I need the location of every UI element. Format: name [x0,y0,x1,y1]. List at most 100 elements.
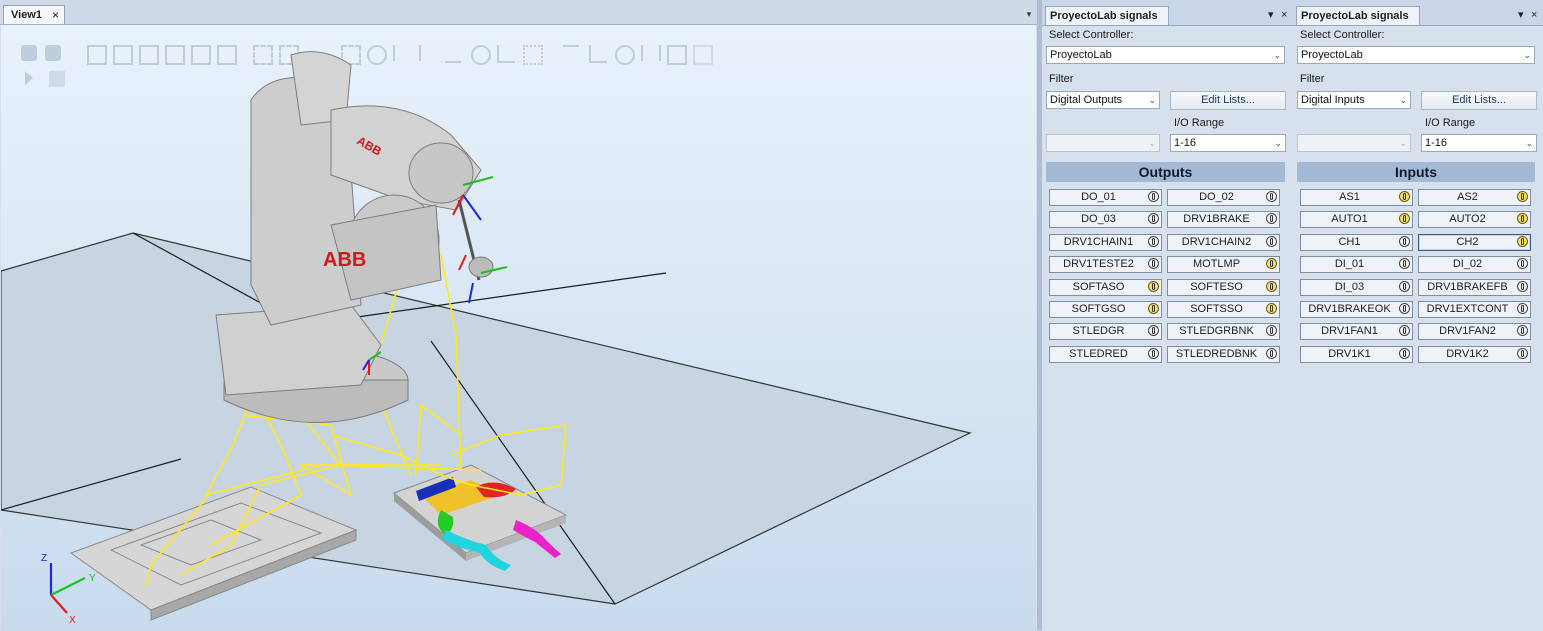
signal-as1[interactable]: AS1 [1300,189,1413,206]
x-axis [50,594,68,614]
signal-drv1fan2[interactable]: DRV1FAN2 [1418,323,1531,341]
signal-drv1brakeok[interactable]: DRV1BRAKEOK [1300,301,1413,318]
signal-stledred[interactable]: STLEDRED [1049,345,1162,363]
3d-viewport[interactable]: ABB ABB Z Y X [1,25,1036,630]
close-icon[interactable]: × [1531,9,1537,21]
signal-motlmp[interactable]: MOTLMP [1167,256,1280,274]
signal-led-icon[interactable] [1399,213,1410,225]
signal-do-02[interactable]: DO_02 [1167,189,1280,206]
signals-section-header: Inputs [1297,162,1535,182]
close-icon[interactable]: × [1281,9,1287,21]
signal-led-icon[interactable] [1266,325,1277,337]
signal-label: CH2 [1456,235,1479,248]
signal-di-01[interactable]: DI_01 [1300,256,1413,274]
signal-led-icon[interactable] [1148,235,1159,247]
close-icon[interactable]: × [52,6,59,24]
chevron-down-icon[interactable]: ▾ [1023,8,1035,20]
controller-select[interactable]: ProyectoLab ⌄ [1297,46,1535,64]
signal-led-icon[interactable] [1399,235,1410,247]
chevron-down-icon[interactable]: ▾ [1268,9,1274,21]
signal-drv1brakefb[interactable]: DRV1BRAKEFB [1418,278,1531,296]
signal-stledredbnk[interactable]: STLEDREDBNK [1167,345,1280,363]
chevron-down-icon: ⌄ [1273,50,1281,60]
signals-section-header: Outputs [1046,162,1285,182]
signal-ch2[interactable]: CH2 [1418,233,1531,251]
panel-tab[interactable]: ProyectoLab signals [1296,6,1420,25]
signal-label: AS1 [1339,191,1360,203]
signal-led-icon[interactable] [1266,258,1277,270]
signal-label: DRV1CHAIN2 [1181,235,1252,248]
io-range-select[interactable]: 1-16 ⌄ [1170,134,1286,152]
filter-subselect[interactable]: ⌄ [1046,134,1160,152]
signal-as2[interactable]: AS2 [1418,189,1531,206]
signal-led-icon[interactable] [1399,191,1410,202]
signal-led-icon[interactable] [1517,213,1528,225]
signal-led-icon[interactable] [1148,303,1159,314]
signal-led-icon[interactable] [1517,325,1528,337]
signal-led-icon[interactable] [1399,258,1410,270]
signal-led-icon[interactable] [1266,213,1277,225]
signal-led-icon[interactable] [1517,258,1528,270]
signal-led-icon[interactable] [1266,191,1277,202]
document-tab-bar: View1 × ▾ [0,0,1037,25]
signal-led-icon[interactable] [1148,258,1159,270]
view1-tab[interactable]: View1 × [3,5,65,24]
signal-softaso[interactable]: SOFTASO [1049,278,1162,296]
signal-led-icon[interactable] [1517,347,1528,359]
signal-led-icon[interactable] [1148,347,1159,359]
signal-di-02[interactable]: DI_02 [1418,256,1531,274]
chevron-down-icon: ⌄ [1399,95,1407,105]
signal-auto1[interactable]: AUTO1 [1300,211,1413,229]
signal-label: CH1 [1338,235,1361,248]
chevron-down-icon[interactable]: ▾ [1518,9,1524,21]
signal-softgso[interactable]: SOFTGSO [1049,301,1162,318]
signal-stledgr[interactable]: STLEDGR [1049,323,1162,341]
signal-led-icon[interactable] [1517,303,1528,314]
signal-led-icon[interactable] [1148,280,1159,292]
signal-ch1[interactable]: CH1 [1300,233,1413,251]
signal-led-icon[interactable] [1266,303,1277,314]
signal-drv1chain1[interactable]: DRV1CHAIN1 [1049,233,1162,251]
signal-led-icon[interactable] [1517,280,1528,292]
filter-select[interactable]: Digital Outputs ⌄ [1046,91,1160,109]
signal-drv1brake[interactable]: DRV1BRAKE [1167,211,1280,229]
signal-led-icon[interactable] [1517,235,1528,247]
signal-label: DRV1TESTE2 [1063,258,1134,271]
signal-led-icon[interactable] [1266,347,1277,359]
signal-drv1k1[interactable]: DRV1K1 [1300,345,1413,363]
signal-drv1teste2[interactable]: DRV1TESTE2 [1049,256,1162,274]
io-range-select[interactable]: 1-16 ⌄ [1421,134,1537,152]
signal-stledgrbnk[interactable]: STLEDGRBNK [1167,323,1280,341]
x-axis-label: X [69,615,76,626]
view1-tab-label: View1 [11,9,42,21]
signal-led-icon[interactable] [1148,213,1159,225]
signal-drv1chain2[interactable]: DRV1CHAIN2 [1167,233,1280,251]
edit-lists-button[interactable]: Edit Lists... [1421,91,1537,110]
signal-drv1fan1[interactable]: DRV1FAN1 [1300,323,1413,341]
signal-do-03[interactable]: DO_03 [1049,211,1162,229]
panel-tab[interactable]: ProyectoLab signals [1045,6,1169,25]
signal-auto2[interactable]: AUTO2 [1418,211,1531,229]
signal-led-icon[interactable] [1399,325,1410,337]
signal-led-icon[interactable] [1148,325,1159,337]
filter-select[interactable]: Digital Inputs ⌄ [1297,91,1411,109]
signal-led-icon[interactable] [1266,280,1277,292]
signal-softsso[interactable]: SOFTSSO [1167,301,1280,318]
signal-do-01[interactable]: DO_01 [1049,189,1162,206]
signal-led-icon[interactable] [1266,235,1277,247]
signal-led-icon[interactable] [1399,347,1410,359]
signal-led-icon[interactable] [1399,280,1410,292]
signal-led-icon[interactable] [1399,303,1410,314]
signal-softeso[interactable]: SOFTESO [1167,278,1280,296]
signal-drv1k2[interactable]: DRV1K2 [1418,345,1531,363]
io-range-label: I/O Range [1174,117,1225,129]
signal-led-icon[interactable] [1517,191,1528,202]
signal-di-03[interactable]: DI_03 [1300,278,1413,296]
controller-select[interactable]: ProyectoLab ⌄ [1046,46,1285,64]
edit-lists-button[interactable]: Edit Lists... [1170,91,1286,110]
filter-subselect[interactable]: ⌄ [1297,134,1411,152]
chevron-down-icon: ⌄ [1148,95,1156,105]
signal-drv1extcont[interactable]: DRV1EXTCONT [1418,301,1531,318]
y-axis-label: Y [89,573,96,584]
signal-led-icon[interactable] [1148,191,1159,202]
